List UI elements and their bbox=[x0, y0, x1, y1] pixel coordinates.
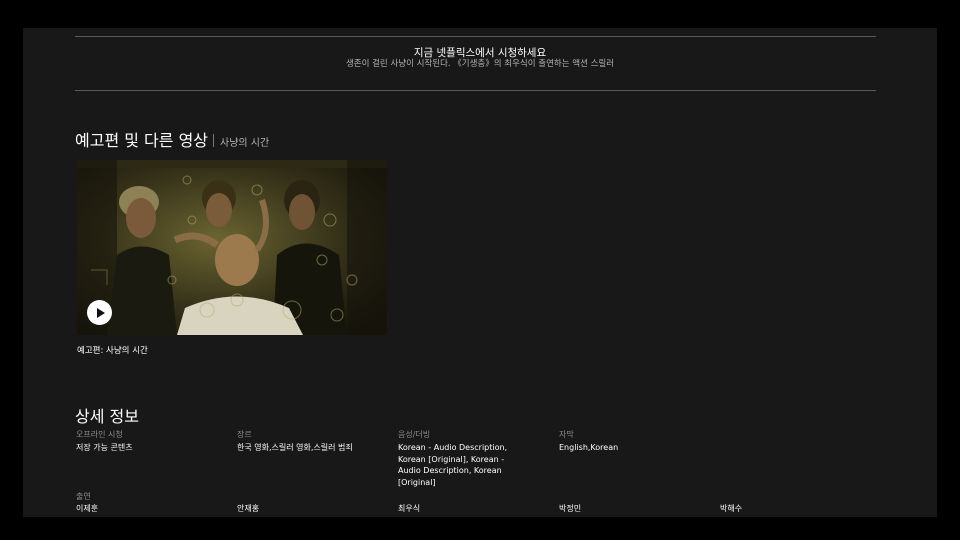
cast-member[interactable]: 박해수 bbox=[720, 503, 870, 515]
trailers-section-header: 예고편 및 다른 영상 사냥의 시간 bbox=[75, 127, 269, 151]
heading-separator bbox=[213, 134, 215, 147]
genre-value: 한국 영화,스릴러 영화,스릴러 범죄 bbox=[237, 443, 353, 452]
cast-member[interactable]: 박정민 bbox=[559, 503, 709, 515]
subtitles-label: 자막 bbox=[559, 430, 574, 439]
cast-member[interactable]: 최우식 bbox=[398, 503, 548, 515]
cast-member[interactable]: 이제훈 bbox=[76, 503, 226, 515]
offline-viewing-value: 저장 가능 콘텐츠 bbox=[76, 443, 133, 452]
audio-value: Korean - Audio Description, Korean [Orig… bbox=[398, 443, 508, 487]
cast-label: 출연 bbox=[76, 492, 91, 501]
details-heading: 상세 정보 bbox=[75, 407, 139, 426]
trailer-thumbnail[interactable] bbox=[77, 160, 387, 335]
title-details-page: 지금 넷플릭스에서 시청하세요 생존이 걸린 사냥이 시작된다. 《기생충》의 … bbox=[23, 28, 937, 517]
offline-viewing-label: 오프라인 시청 bbox=[76, 430, 123, 439]
divider-top bbox=[75, 36, 876, 37]
audio-label: 음성/더빙 bbox=[398, 430, 431, 439]
play-icon[interactable] bbox=[87, 300, 112, 325]
subtitles-value: English,Korean bbox=[559, 443, 619, 452]
trailers-heading: 예고편 및 다른 영상 bbox=[75, 131, 209, 150]
cast-member[interactable]: 안재홍 bbox=[237, 503, 387, 515]
genre-label: 장르 bbox=[237, 430, 252, 439]
trailers-subtitle: 사냥의 시간 bbox=[220, 138, 270, 149]
trailer-caption[interactable]: 예고편: 사냥의 시간 bbox=[77, 344, 148, 356]
trailer-still-image bbox=[77, 160, 387, 335]
synopsis-text: 생존이 걸린 사냥이 시작된다. 《기생충》의 최우식이 출연하는 액션 스릴러 bbox=[345, 59, 615, 69]
divider-bottom bbox=[75, 90, 876, 91]
